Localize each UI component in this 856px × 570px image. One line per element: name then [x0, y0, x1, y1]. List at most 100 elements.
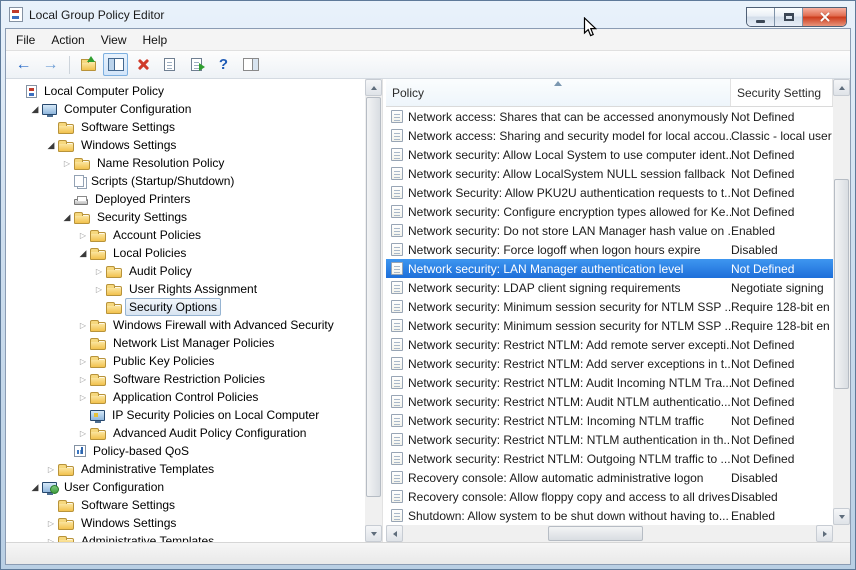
expander-collapsed-icon[interactable]: [44, 514, 58, 532]
menu-action[interactable]: Action: [43, 29, 92, 50]
tree-item-administrative-templates[interactable]: Administrative Templates: [9, 460, 365, 478]
tree-item-public-key-policies[interactable]: Public Key Policies: [9, 352, 365, 370]
tree-item-software-settings[interactable]: Software Settings: [9, 118, 365, 136]
tree-scroll-down-button[interactable]: [365, 525, 382, 542]
tree-item-security-options[interactable]: Security Options: [9, 298, 365, 316]
expander-expanded-icon[interactable]: [28, 478, 42, 496]
policy-row[interactable]: Network security: Restrict NTLM: Outgoin…: [386, 449, 833, 468]
tree-item-application-control-policies[interactable]: Application Control Policies: [9, 388, 365, 406]
expander-collapsed-icon[interactable]: [76, 226, 90, 244]
tree-item-network-list-manager-policies[interactable]: Network List Manager Policies: [9, 334, 365, 352]
back-button[interactable]: [11, 53, 36, 76]
tree-scroll-up-button[interactable]: [365, 79, 382, 96]
tree-item-label: Windows Settings: [77, 514, 180, 532]
minimize-button[interactable]: [747, 8, 775, 26]
list-scroll-left-button[interactable]: [386, 525, 403, 542]
tree-scroll-thumb[interactable]: [366, 97, 381, 497]
tree-item-user-rights-assignment[interactable]: User Rights Assignment: [9, 280, 365, 298]
tree-item-ip-security-policies-on-local-computer[interactable]: IP Security Policies on Local Computer: [9, 406, 365, 424]
tree-item-windows-settings[interactable]: Windows Settings: [9, 514, 365, 532]
show-console-tree-button[interactable]: [103, 53, 128, 76]
expander-expanded-icon[interactable]: [44, 136, 58, 154]
expander-collapsed-icon[interactable]: [76, 370, 90, 388]
column-header-security-setting[interactable]: Security Setting: [731, 79, 833, 106]
list-horizontal-scrollbar: [386, 525, 833, 542]
export-list-button[interactable]: [184, 53, 209, 76]
tree-item-advanced-audit-policy-configuration[interactable]: Advanced Audit Policy Configuration: [9, 424, 365, 442]
tree-item-computer-configuration[interactable]: Computer Configuration: [9, 100, 365, 118]
policy-row[interactable]: Network security: Do not store LAN Manag…: [386, 221, 833, 240]
tree-item-account-policies[interactable]: Account Policies: [9, 226, 365, 244]
help-button[interactable]: [211, 53, 236, 76]
expander-expanded-icon[interactable]: [28, 100, 42, 118]
tree-item-policy-based-qos[interactable]: Policy-based QoS: [9, 442, 365, 460]
list-scroll-up-button[interactable]: [833, 79, 850, 96]
policy-cell: Network security: LAN Manager authentica…: [386, 262, 731, 276]
tree-item-windows-settings[interactable]: Windows Settings: [9, 136, 365, 154]
tree-item-administrative-templates[interactable]: Administrative Templates: [9, 532, 365, 542]
expander-collapsed-icon[interactable]: [44, 460, 58, 478]
policy-row[interactable]: Network security: Restrict NTLM: Add rem…: [386, 335, 833, 354]
policy-row[interactable]: Network access: Sharing and security mod…: [386, 126, 833, 145]
expander-collapsed-icon[interactable]: [76, 316, 90, 334]
policy-row[interactable]: Network security: Configure encryption t…: [386, 202, 833, 221]
properties-button[interactable]: [157, 53, 182, 76]
tree-item-windows-firewall-with-advanced-security[interactable]: Windows Firewall with Advanced Security: [9, 316, 365, 334]
expander-collapsed-icon[interactable]: [76, 424, 90, 442]
policy-row[interactable]: Network security: Restrict NTLM: Add ser…: [386, 354, 833, 373]
policy-row[interactable]: Network security: Restrict NTLM: Audit N…: [386, 392, 833, 411]
tree-item-software-settings[interactable]: Software Settings: [9, 496, 365, 514]
titlebar[interactable]: Local Group Policy Editor: [1, 1, 855, 28]
policy-row[interactable]: Network security: Force logoff when logo…: [386, 240, 833, 259]
expander-collapsed-icon[interactable]: [92, 262, 106, 280]
expander-collapsed-icon[interactable]: [76, 352, 90, 370]
expander-expanded-icon[interactable]: [60, 208, 74, 226]
list-scroll-right-button[interactable]: [816, 525, 833, 542]
policy-row[interactable]: Shutdown: Allow system to be shut down w…: [386, 506, 833, 525]
policy-row[interactable]: Network security: LAN Manager authentica…: [386, 259, 833, 278]
list-hscroll-thumb[interactable]: [548, 526, 643, 541]
policy-row[interactable]: Network security: Restrict NTLM: Incomin…: [386, 411, 833, 430]
policy-row[interactable]: Network security: Minimum session securi…: [386, 297, 833, 316]
expander-expanded-icon[interactable]: [76, 244, 90, 262]
expander-collapsed-icon[interactable]: [76, 388, 90, 406]
expander-collapsed-icon[interactable]: [92, 280, 106, 298]
tree-item-name-resolution-policy[interactable]: Name Resolution Policy: [9, 154, 365, 172]
delete-button[interactable]: [130, 53, 155, 76]
menu-file[interactable]: File: [8, 29, 43, 50]
policy-row[interactable]: Recovery console: Allow floppy copy and …: [386, 487, 833, 506]
tree-item-local-computer-policy[interactable]: Local Computer Policy: [9, 82, 365, 100]
app-icon[interactable]: [9, 7, 23, 22]
policy-row[interactable]: Network security: Allow LocalSystem NULL…: [386, 164, 833, 183]
close-button[interactable]: [803, 8, 846, 26]
policy-row[interactable]: Network security: Allow Local System to …: [386, 145, 833, 164]
tree-item-user-configuration[interactable]: User Configuration: [9, 478, 365, 496]
policy-row[interactable]: Network security: LDAP client signing re…: [386, 278, 833, 297]
policy-cell: Network security: Allow LocalSystem NULL…: [386, 167, 731, 181]
policy-row[interactable]: Network security: Restrict NTLM: Audit I…: [386, 373, 833, 392]
list-scroll-thumb[interactable]: [834, 179, 849, 389]
tree-item-software-restriction-policies[interactable]: Software Restriction Policies: [9, 370, 365, 388]
tree-item-scripts-startup-shutdown[interactable]: Scripts (Startup/Shutdown): [9, 172, 365, 190]
show-action-pane-button[interactable]: [238, 53, 263, 76]
forward-button[interactable]: [38, 53, 63, 76]
policy-row[interactable]: Network Security: Allow PKU2U authentica…: [386, 183, 833, 202]
tree-item-audit-policy[interactable]: Audit Policy: [9, 262, 365, 280]
list-scroll-down-button[interactable]: [833, 508, 850, 525]
menu-help[interactable]: Help: [135, 29, 176, 50]
policy-row[interactable]: Network security: Minimum session securi…: [386, 316, 833, 335]
security-setting-value: Not Defined: [731, 357, 833, 371]
policy-row[interactable]: Network security: Restrict NTLM: NTLM au…: [386, 430, 833, 449]
policy-row[interactable]: Network access: Shares that can be acces…: [386, 107, 833, 126]
menu-view[interactable]: View: [93, 29, 135, 50]
tree-item-deployed-printers[interactable]: Deployed Printers: [9, 190, 365, 208]
expander-collapsed-icon[interactable]: [44, 532, 58, 542]
column-header-policy[interactable]: Policy: [386, 79, 731, 106]
expander-collapsed-icon[interactable]: [60, 154, 74, 172]
up-one-level-button[interactable]: [76, 53, 101, 76]
policy-row[interactable]: Recovery console: Allow automatic admini…: [386, 468, 833, 487]
tree-item-security-settings[interactable]: Security Settings: [9, 208, 365, 226]
tree-item-local-policies[interactable]: Local Policies: [9, 244, 365, 262]
maximize-button[interactable]: [775, 8, 803, 26]
security-setting-value: Classic - local user: [731, 129, 833, 143]
